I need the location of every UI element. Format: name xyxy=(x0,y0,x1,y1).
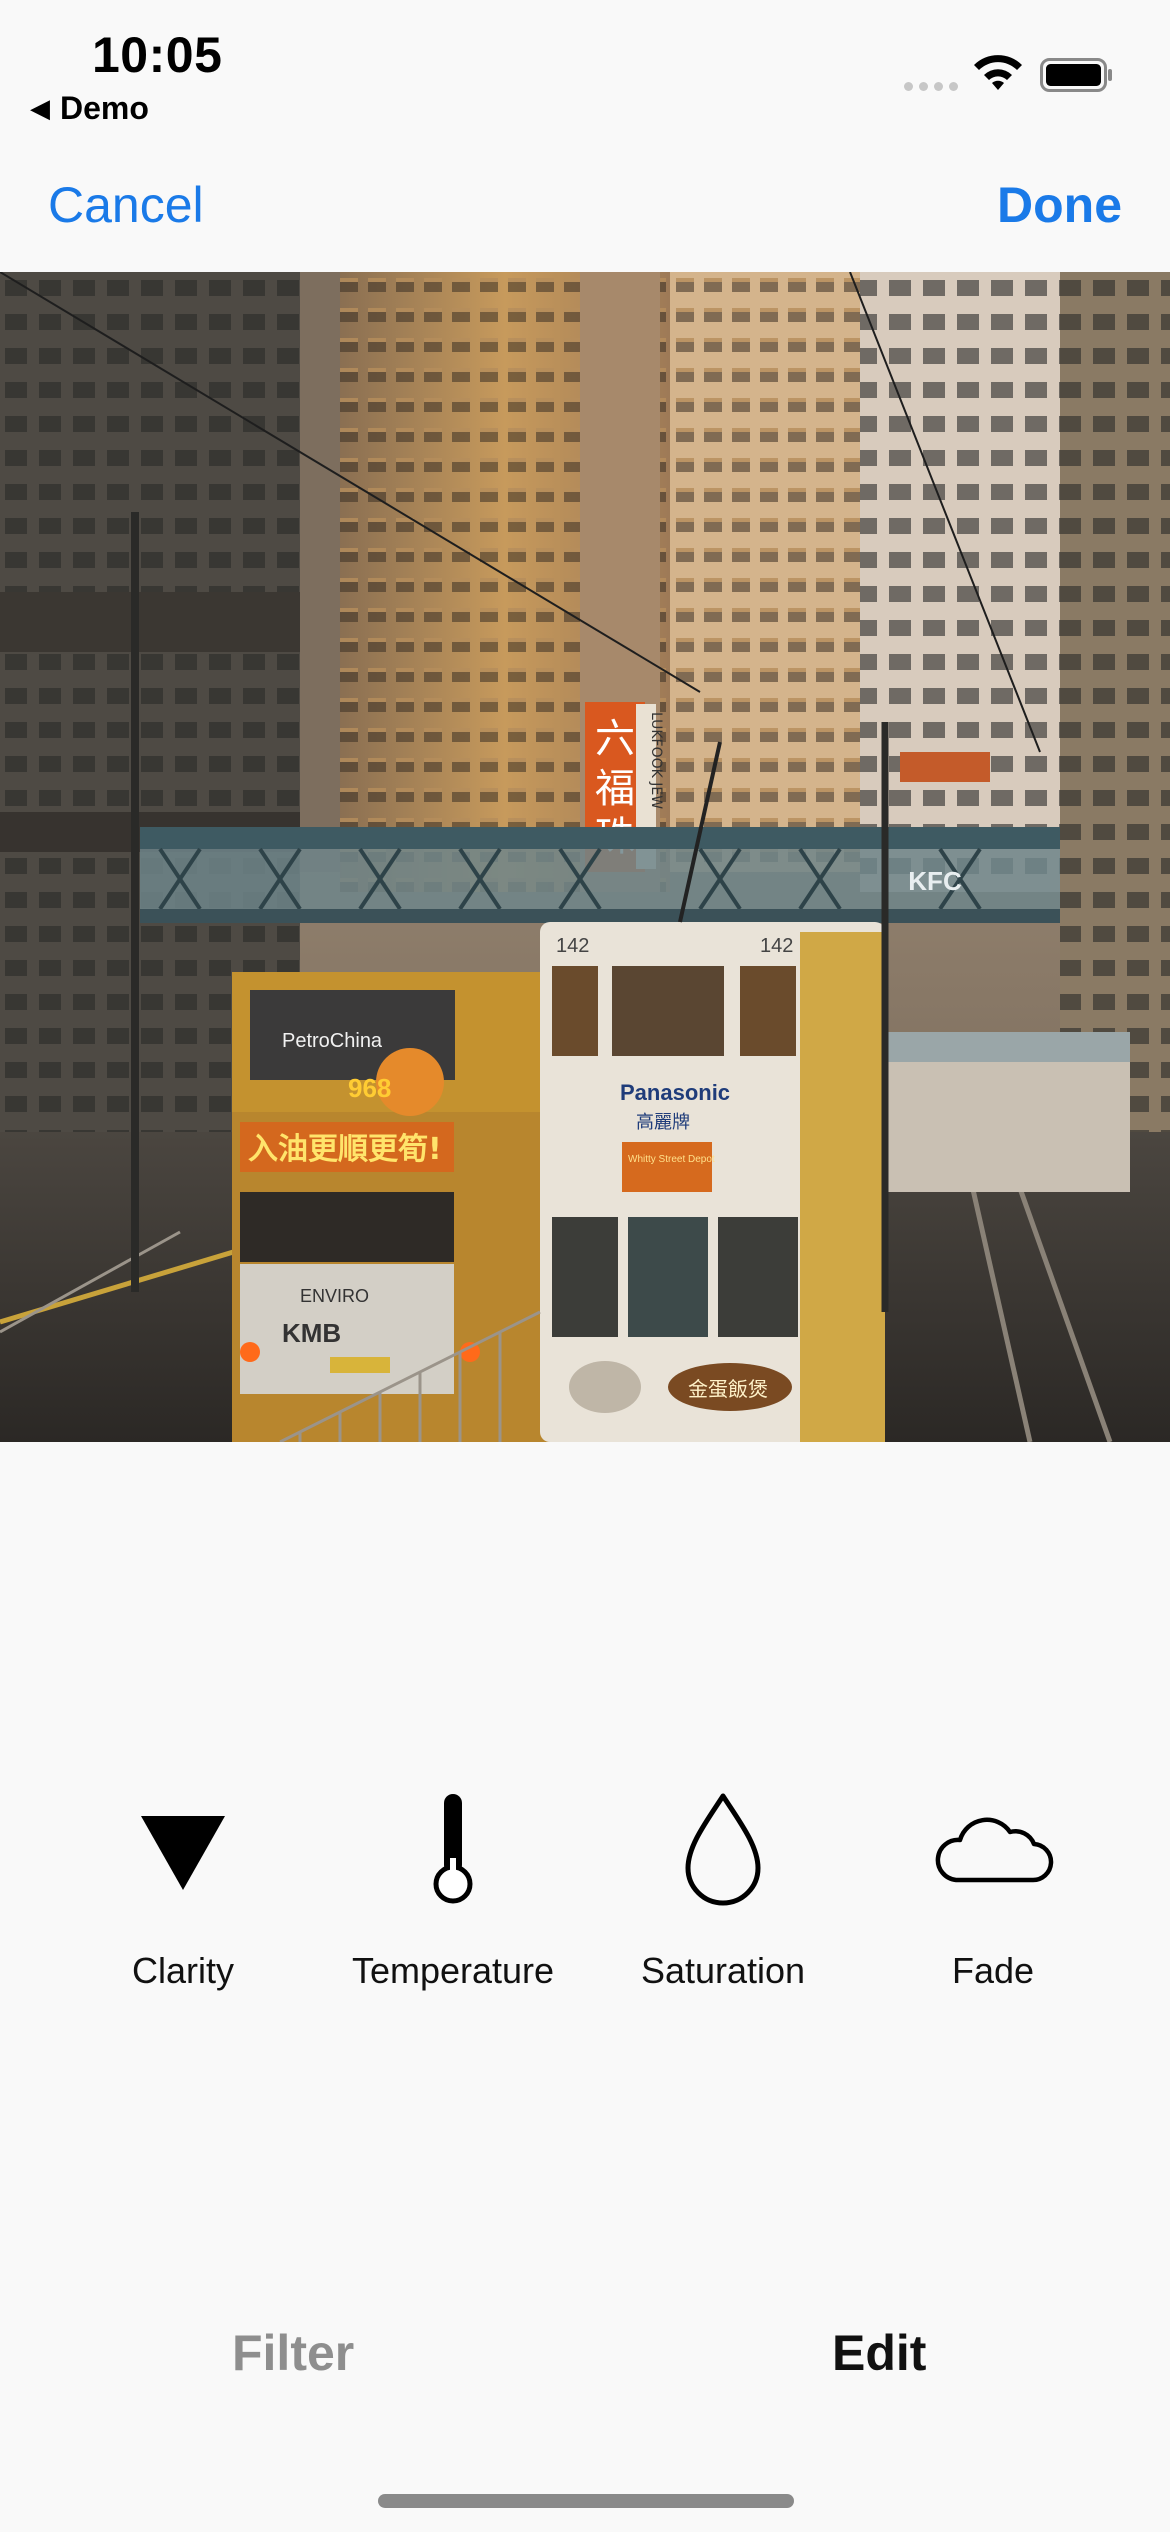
bus-brand-text: PetroChina xyxy=(282,1030,383,1052)
tab-edit[interactable]: Edit xyxy=(832,2324,926,2382)
cloud-icon xyxy=(858,1788,1128,1908)
kmb-logo-text: KMB xyxy=(282,1318,341,1348)
photo-editor-screen: 10:05 ◀ Demo Cancel Done 六 福 LUKFOOK JEW… xyxy=(0,0,1170,2532)
tool-fade[interactable]: Fade xyxy=(858,1770,1128,2000)
bus-slogan-text: 入油更順更筍! xyxy=(248,1132,442,1167)
home-indicator[interactable] xyxy=(378,2494,794,2508)
kfc-sign: KFC xyxy=(908,866,962,896)
back-app-label: Demo xyxy=(60,90,149,126)
tab-filter[interactable]: Filter xyxy=(232,2324,354,2382)
battery-icon xyxy=(1040,58,1112,92)
tram-bottom-ad: 金蛋飯煲 xyxy=(688,1377,768,1401)
status-bar: 10:05 ◀ Demo xyxy=(0,0,1170,140)
clarity-icon xyxy=(48,1788,318,1908)
drop-icon xyxy=(588,1788,858,1908)
enviro-text: ENVIRO xyxy=(300,1286,369,1306)
wifi-icon xyxy=(974,55,1022,90)
tool-label: Clarity xyxy=(131,1950,234,1991)
tool-label: Temperature xyxy=(351,1950,555,1991)
lukfook-sign: LUKFOOK JEW xyxy=(648,712,664,809)
navigation-bar: Cancel Done xyxy=(0,140,1170,272)
sign-char-1: 六 xyxy=(595,716,635,762)
tram-number-left: 142 xyxy=(556,935,589,957)
done-button[interactable]: Done xyxy=(997,176,1122,234)
status-time: 10:05 xyxy=(92,27,223,83)
back-to-app-button[interactable]: ◀ Demo xyxy=(30,90,149,127)
cancel-button[interactable]: Cancel xyxy=(48,176,204,234)
tram-number-right: 142 xyxy=(760,935,793,957)
bus: PetroChina 968 入油更順更筍! ENVIRO KMB xyxy=(232,972,552,1442)
tram-brand-text: Panasonic xyxy=(620,1080,730,1105)
cellular-signal-icon xyxy=(904,82,958,91)
tool-clarity[interactable]: Clarity xyxy=(48,1770,318,2000)
sign-char-2: 福 xyxy=(595,766,635,812)
tool-saturation[interactable]: Saturation xyxy=(588,1770,858,2000)
tool-label: Fade xyxy=(951,1950,1035,1991)
bus-route-number: 968 xyxy=(348,1073,391,1103)
photo-preview: 六 福 珠 LUKFOOK JEW KFC xyxy=(0,272,1170,1442)
street-scene-image: 六 福 珠 LUKFOOK JEW KFC xyxy=(0,272,1170,1442)
back-triangle-icon: ◀ xyxy=(30,93,50,123)
tool-label: Saturation xyxy=(640,1950,806,1991)
tram-sub-text: 高麗牌 xyxy=(636,1112,690,1133)
adjustment-tools: Clarity Temperature Saturation Fade xyxy=(0,1770,1170,2030)
bottom-tab-bar: Filter Edit xyxy=(0,2300,1170,2410)
thermometer-icon xyxy=(318,1788,588,1908)
tram-destination: Whitty Street Depot xyxy=(628,1154,715,1165)
tool-temperature[interactable]: Temperature xyxy=(318,1770,588,2000)
